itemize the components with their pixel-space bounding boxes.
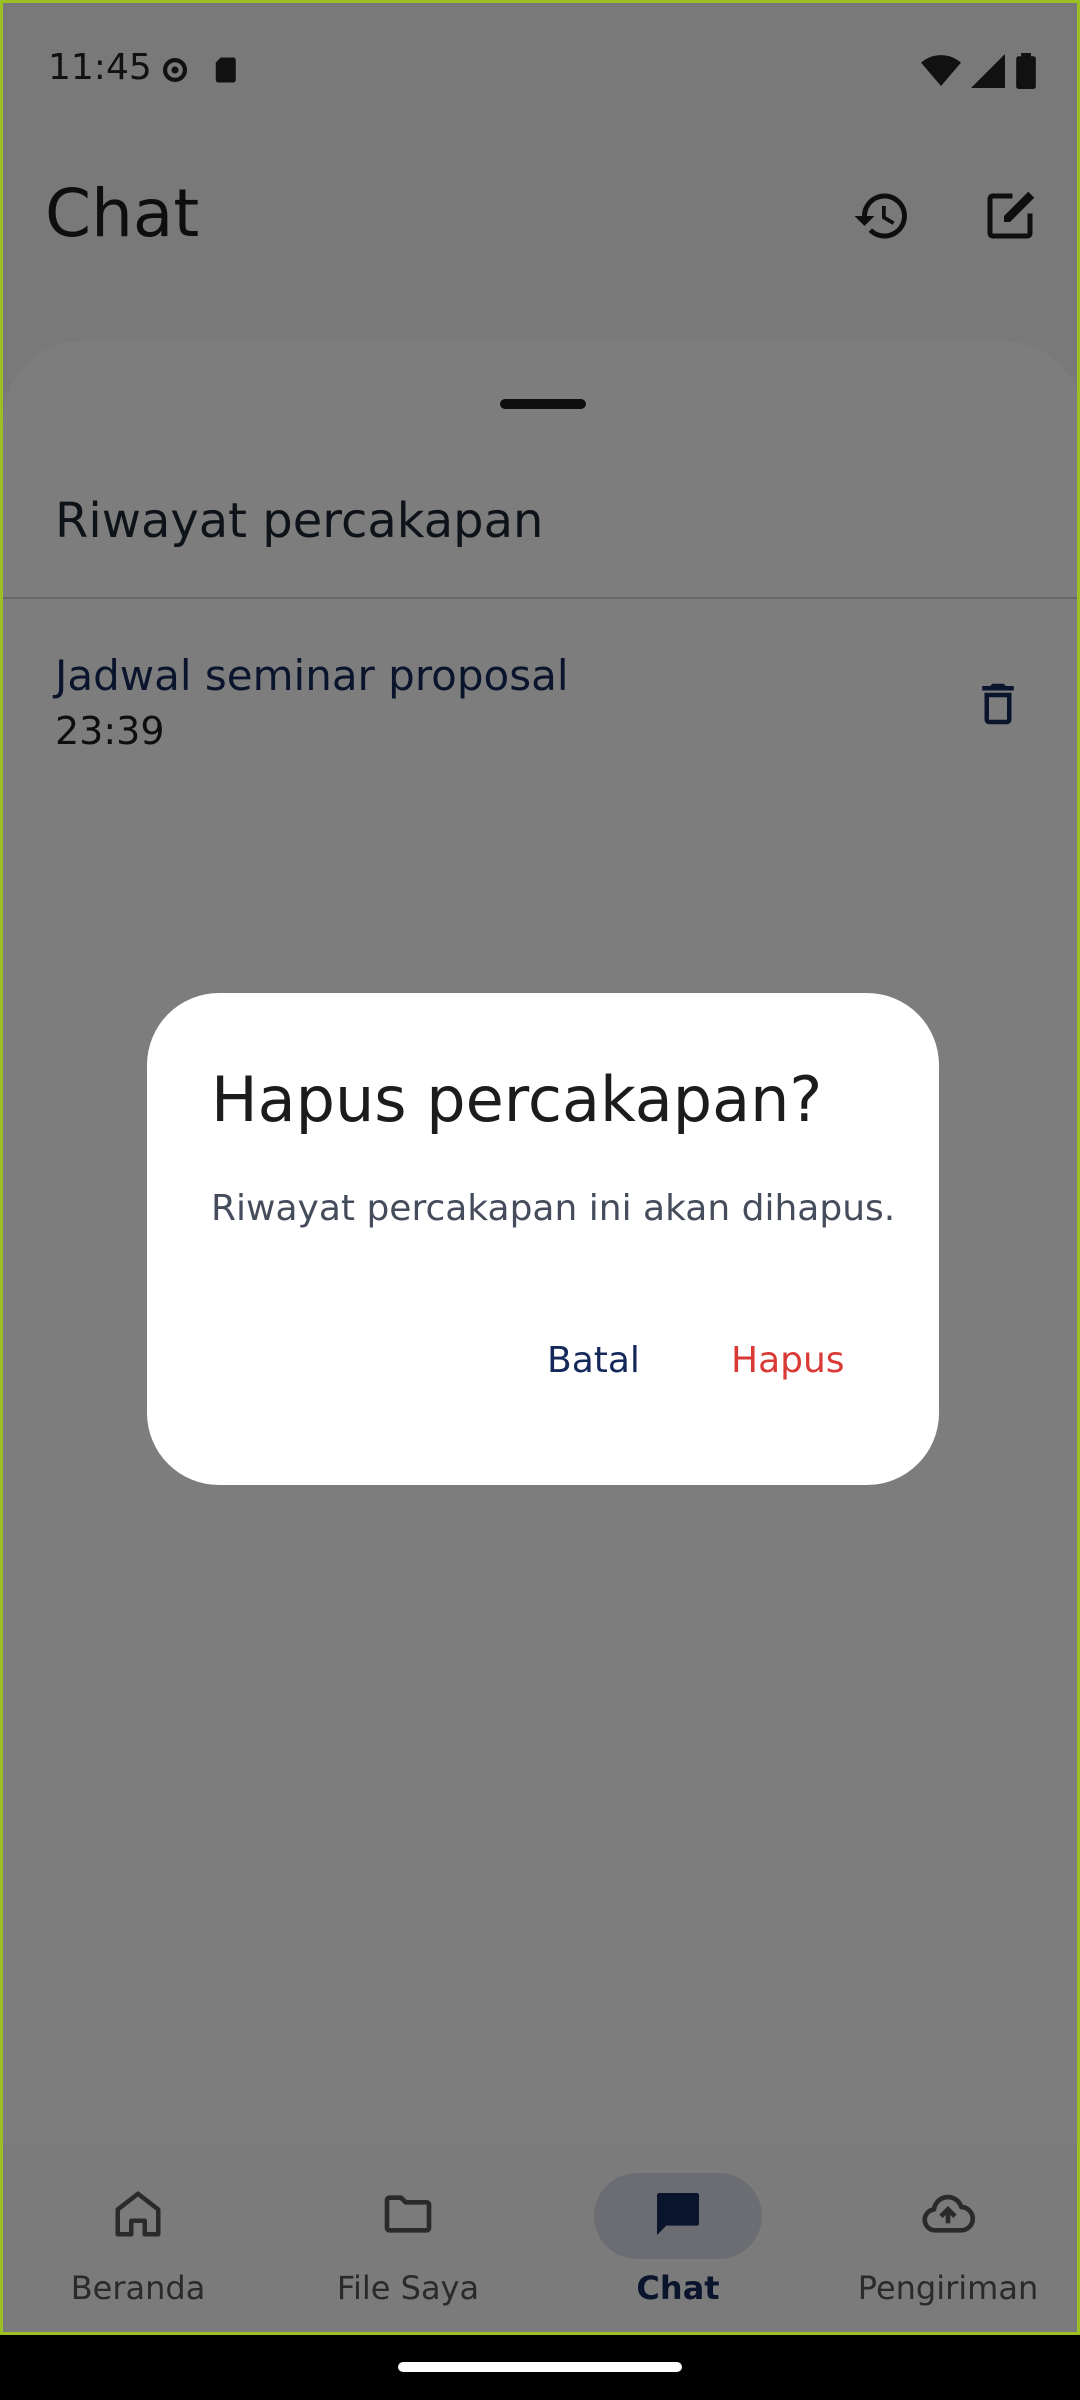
delete-confirm-dialog: Hapus percakapan? Riwayat percakapan ini…	[147, 993, 939, 1485]
dialog-title: Hapus percakapan?	[211, 1063, 823, 1136]
dialog-message: Riwayat percakapan ini akan dihapus.	[211, 1188, 896, 1229]
gesture-nav-bar[interactable]	[398, 2362, 682, 2372]
app-screen: 11:45 Chat	[0, 0, 1080, 2335]
cancel-button[interactable]: Batal	[527, 1328, 660, 1393]
delete-button[interactable]: Hapus	[711, 1328, 865, 1393]
